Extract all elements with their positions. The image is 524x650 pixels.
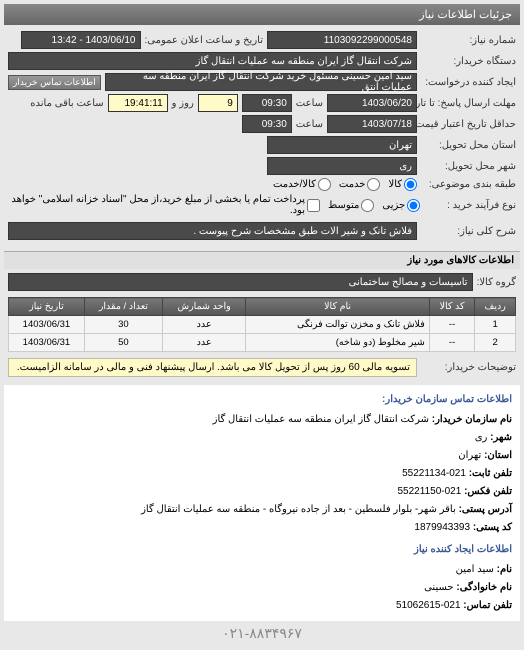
validity-time: 09:30 — [242, 115, 292, 133]
group-label: گروه کالا: — [477, 277, 516, 288]
need-type-label: نوع فرآیند خرید : — [424, 200, 516, 211]
datetime-field: 1403/06/10 - 13:42 — [21, 31, 141, 49]
province-field: تهران — [267, 136, 417, 154]
cell: 1403/06/31 — [9, 316, 85, 334]
cell: عدد — [162, 316, 246, 334]
creator-label: ایجاد کننده درخواست: — [421, 77, 516, 88]
time-remaining: 19:41:11 — [108, 94, 168, 112]
cell: 30 — [84, 316, 162, 334]
validity-label: حداقل تاریخ اعتبار قیمت: تا تاریخ: — [421, 119, 516, 130]
cat-goods-option[interactable]: کالا — [388, 178, 417, 191]
col-unit: واحد شمارش — [162, 298, 246, 316]
table-row[interactable]: 2 -- شیر مخلوط (دو شاخه) عدد 50 1403/06/… — [9, 334, 516, 352]
need-number-field: 1103092299000548 — [267, 31, 417, 49]
col-code: کد کالا — [429, 298, 475, 316]
resp-time-label: ساعت — [296, 98, 323, 109]
days-label: روز و — [172, 98, 194, 109]
need-type-radios: جزیی متوسط پرداخت تمام یا بخشی از مبلغ خ… — [8, 194, 420, 216]
org-label: دستگاه خریدار: — [421, 56, 516, 67]
col-qty: تعداد / مقدار — [84, 298, 162, 316]
creator-field: سید امین حسینی مسئول خرید شرکت انتقال گا… — [105, 73, 417, 91]
contact-address: آدرس پستی: باقر شهر- بلوار فلسطین - بعد … — [141, 504, 512, 515]
col-date: تاریخ نیاز — [9, 298, 85, 316]
cell: 2 — [475, 334, 516, 352]
nt-mid-radio[interactable] — [361, 199, 374, 212]
items-table: ردیف کد کالا نام کالا واحد شمارش تعداد /… — [8, 297, 516, 352]
cat-both-radio[interactable] — [318, 178, 331, 191]
buyer-desc-field: تسویه مالی 60 روز پس از تحویل کالا می با… — [8, 358, 417, 377]
cell: -- — [429, 316, 475, 334]
group-field: تاسیسات و مصالح ساختمانی — [8, 273, 473, 291]
table-header-row: ردیف کد کالا نام کالا واحد شمارش تعداد /… — [9, 298, 516, 316]
cell: 1403/06/31 — [9, 334, 85, 352]
nt-low-radio[interactable] — [407, 199, 420, 212]
nt-note-option[interactable]: پرداخت تمام یا بخشی از مبلغ خرید،از محل … — [8, 194, 320, 216]
col-row: ردیف — [475, 298, 516, 316]
nt-low-label: جزیی — [382, 200, 405, 211]
contact-phone: تلفن ثابت: 021-55221134 — [402, 468, 512, 479]
contact-section: اطلاعات تماس سازمان خریدار: نام سازمان خ… — [4, 385, 520, 621]
creator-info-title: اطلاعات ایجاد کننده نیاز — [12, 541, 512, 559]
cat-both-option[interactable]: کالا/خدمت — [273, 178, 331, 191]
city-label: شهر محل تحویل: — [421, 161, 516, 172]
contact-title: اطلاعات تماس سازمان خریدار: — [12, 391, 512, 409]
province-label: استان محل تحویل: — [421, 140, 516, 151]
contact-tel: تلفن تماس: 021-51062615 — [396, 600, 512, 611]
summary-label: شرح کلی نیاز: — [421, 226, 516, 237]
resp-deadline-label: مهلت ارسال پاسخ: تا تاریخ: — [421, 98, 516, 109]
summary-field: فلاش تانک و شیر الات طبق مشخصات شرح پیوس… — [8, 222, 417, 240]
datetime-label: تاریخ و ساعت اعلان عمومی: — [145, 35, 264, 46]
contact-postal: کد پستی: 1879943393 — [414, 522, 512, 533]
cell: فلاش تانک و مخزن توالت فرنگی — [246, 316, 429, 334]
footer-phone: ۰۲۱-۸۸۳۴۹۶۷ — [4, 621, 520, 646]
main-panel: جزئیات اطلاعات نیاز شماره نیاز: 11030922… — [0, 0, 524, 650]
contact-name: نام: سید امین — [456, 564, 512, 575]
cell: عدد — [162, 334, 246, 352]
need-number-label: شماره نیاز: — [421, 35, 516, 46]
col-name: نام کالا — [246, 298, 429, 316]
contact-buyer-button[interactable]: اطلاعات تماس خریدار — [8, 75, 101, 90]
resp-deadline-time: 09:30 — [242, 94, 292, 112]
cat-goods-radio[interactable] — [404, 178, 417, 191]
cell: -- — [429, 334, 475, 352]
nt-mid-label: متوسط — [328, 200, 359, 211]
items-section-title: اطلاعات کالاهای مورد نیاز — [4, 251, 520, 269]
cat-service-label: خدمت — [339, 179, 366, 190]
validity-date: 1403/07/18 — [327, 115, 417, 133]
remain-label: ساعت باقی مانده — [30, 98, 103, 109]
days-remaining: 9 — [198, 94, 238, 112]
cat-goods-label: کالا — [388, 179, 402, 190]
cell: شیر مخلوط (دو شاخه) — [246, 334, 429, 352]
nt-mid-option[interactable]: متوسط — [328, 199, 374, 212]
cat-service-option[interactable]: خدمت — [339, 178, 381, 191]
resp-deadline-date: 1403/06/20 — [327, 94, 417, 112]
contact-org: نام سازمان خریدار: شرکت انتقال گاز ایران… — [213, 414, 512, 425]
cat-both-label: کالا/خدمت — [273, 179, 316, 190]
nt-low-option[interactable]: جزیی — [382, 199, 420, 212]
contact-province: استان: تهران — [458, 450, 512, 461]
cell: 1 — [475, 316, 516, 334]
validity-time-label: ساعت — [296, 119, 323, 130]
contact-city: شهر: ری — [475, 432, 512, 443]
items-table-wrap: ردیف کد کالا نام کالا واحد شمارش تعداد /… — [4, 295, 520, 354]
panel-title: جزئیات اطلاعات نیاز — [4, 4, 520, 25]
form-section: شماره نیاز: 1103092299000548 تاریخ و ساع… — [4, 29, 520, 245]
cell: 50 — [84, 334, 162, 352]
contact-fax: تلفن فکس: 021-55221150 — [398, 486, 513, 497]
org-field: شرکت انتقال گاز ایران منطقه سه عملیات ان… — [8, 52, 417, 70]
city-field: ری — [267, 157, 417, 175]
table-row[interactable]: 1 -- فلاش تانک و مخزن توالت فرنگی عدد 30… — [9, 316, 516, 334]
buyer-desc-label: توضیحات خریدار: — [421, 362, 516, 373]
cat-service-radio[interactable] — [367, 178, 380, 191]
category-radios: کالا خدمت کالا/خدمت — [273, 178, 417, 191]
category-label: طبقه بندی موضوعی: — [421, 179, 516, 190]
nt-note-checkbox[interactable] — [307, 199, 320, 212]
contact-family: نام خانوادگی: حسینی — [424, 582, 512, 593]
nt-note-label: پرداخت تمام یا بخشی از مبلغ خرید،از محل … — [8, 194, 305, 216]
